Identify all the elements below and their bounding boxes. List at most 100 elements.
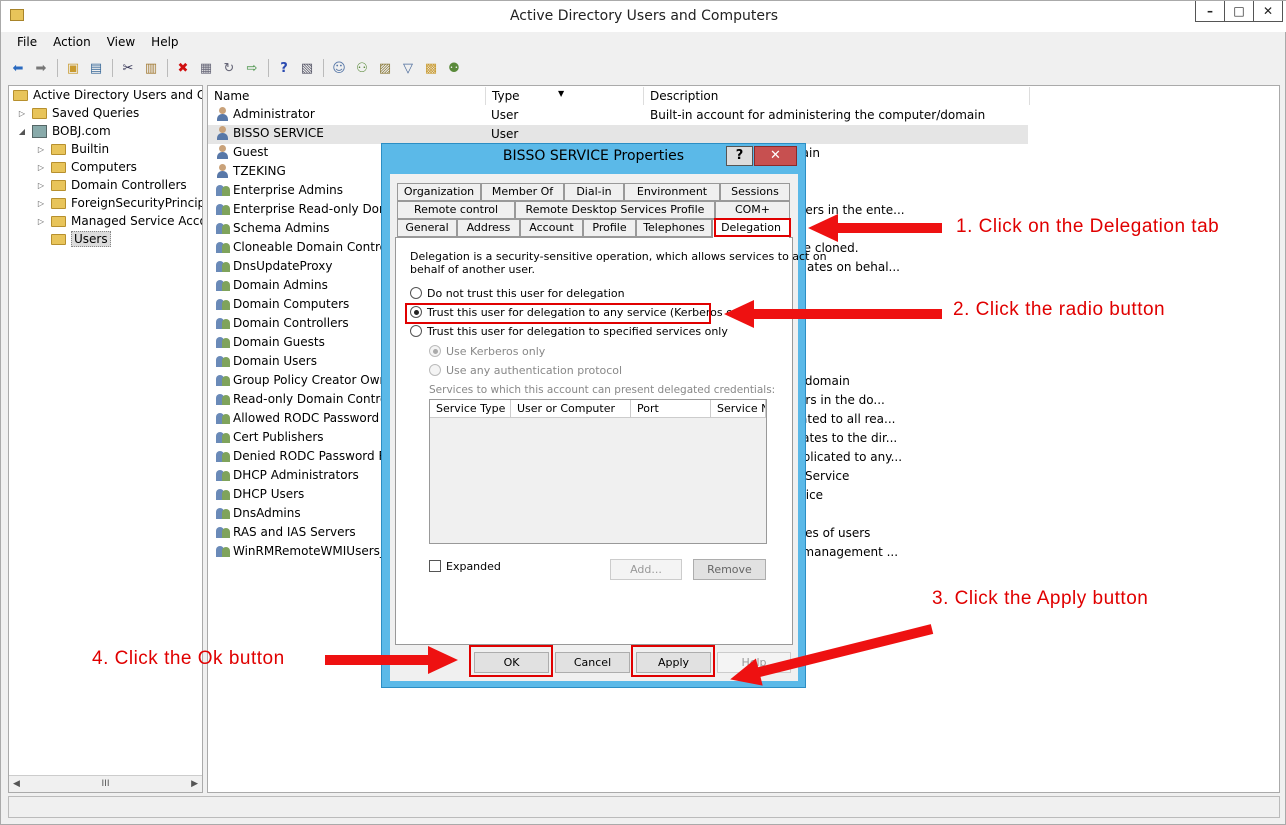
show-tree-icon[interactable]: ▤ [85, 57, 107, 79]
tree-item-builtin[interactable]: ▷ Builtin [36, 140, 109, 158]
add-service-button[interactable]: Add... [610, 559, 682, 580]
table-row[interactable]: Administrator User Built-in account for ad… [208, 106, 1028, 125]
expand-arrow-icon[interactable]: ▷ [36, 163, 46, 172]
services-list[interactable]: Service Type User or Computer Port Servi… [429, 399, 767, 544]
cancel-button[interactable]: Cancel [555, 652, 630, 673]
tree-item-saved-queries[interactable]: ▷ Saved Queries [17, 104, 139, 122]
scroll-right-icon[interactable]: ▶ [191, 779, 198, 789]
row-name: Enterprise Admins [233, 183, 344, 197]
services-header-port[interactable]: Port [631, 400, 711, 418]
row-name-cell: DHCP Administrators [216, 468, 359, 482]
tab-address[interactable]: Address [457, 219, 520, 237]
radio-use-kerberos[interactable] [429, 345, 441, 357]
window-title: Active Directory Users and Computers [509, 8, 779, 24]
tab-telephones[interactable]: Telephones [636, 219, 712, 237]
tree-item-domain-controllers[interactable]: ▷ Domain Controllers [36, 176, 187, 194]
tab-dial-in[interactable]: Dial-in [564, 183, 624, 201]
expand-arrow-icon[interactable]: ▷ [36, 199, 46, 208]
dialog-close-button[interactable]: ✕ [754, 146, 797, 166]
remove-service-button[interactable]: Remove [693, 559, 766, 580]
tab-profile[interactable]: Profile [583, 219, 636, 237]
radio-trust-specified-label[interactable]: Trust this user for delegation to specif… [427, 325, 728, 338]
radio-any-auth-label[interactable]: Use any authentication protocol [446, 364, 622, 377]
toolbar: ⬅ ➡ ▣ ▤ ✂ ▥ ✖ ▦ ↻ ⇨ ? ▧ ☺ ⚇ ▨ ▽ ▩ ⚉ [7, 56, 466, 80]
collapse-arrow-icon[interactable]: ◢ [17, 127, 27, 136]
properties-icon[interactable]: ▦ [195, 57, 217, 79]
scroll-left-icon[interactable]: ◀ [13, 779, 20, 789]
services-header-user-or-computer[interactable]: User or Computer [511, 400, 631, 418]
tree-item-foreign-security-principals[interactable]: ▷ ForeignSecurityPrincipals [36, 194, 202, 212]
row-name-cell: Domain Users [216, 354, 317, 368]
tree-item-managed-service-accounts[interactable]: ▷ Managed Service Accour [36, 212, 202, 230]
new-user-icon[interactable]: ☺ [328, 57, 350, 79]
add-to-group-icon[interactable]: ⚉ [443, 57, 465, 79]
row-name: Schema Admins [233, 221, 330, 235]
new-group-icon[interactable]: ⚇ [351, 57, 373, 79]
tree-item-domain[interactable]: ◢ BOBJ.com [17, 122, 111, 140]
maximize-button[interactable]: □ [1224, 1, 1254, 22]
export-icon[interactable]: ⇨ [241, 57, 263, 79]
radio-use-kerberos-label[interactable]: Use Kerberos only [446, 345, 545, 358]
row-name: Guest [233, 145, 269, 159]
column-header-name[interactable]: Name [208, 87, 486, 105]
column-header-description[interactable]: Description [644, 87, 1030, 105]
tree-horizontal-scrollbar[interactable]: ◀ III ▶ [9, 775, 202, 792]
close-button[interactable]: ✕ [1253, 1, 1283, 22]
tab-general[interactable]: General [397, 219, 457, 237]
tab-account[interactable]: Account [520, 219, 583, 237]
tab-com-plus[interactable]: COM+ [715, 201, 790, 219]
menu-action[interactable]: Action [45, 33, 99, 53]
find-icon[interactable]: ▩ [420, 57, 442, 79]
new-ou-icon[interactable]: ▨ [374, 57, 396, 79]
delete-icon[interactable]: ✖ [172, 57, 194, 79]
group-icon [216, 259, 231, 273]
help-icon[interactable]: ? [273, 57, 295, 79]
minimize-button[interactable]: – [1195, 1, 1225, 22]
row-name-cell: Denied RODC Password Repl [216, 449, 405, 463]
console-icon[interactable]: ▧ [296, 57, 318, 79]
refresh-icon[interactable]: ↻ [218, 57, 240, 79]
expand-arrow-icon[interactable]: ▷ [36, 217, 46, 226]
up-folder-icon[interactable]: ▣ [62, 57, 84, 79]
tab-remote-control[interactable]: Remote control [397, 201, 515, 219]
tree-root[interactable]: Active Directory Users and Com [13, 86, 202, 104]
radio-trust-specified[interactable] [410, 325, 422, 337]
radio-no-trust-label[interactable]: Do not trust this user for delegation [427, 287, 625, 300]
menu-view[interactable]: View [99, 33, 143, 53]
tab-organization[interactable]: Organization [397, 183, 481, 201]
dialog-help-button[interactable]: ? [726, 146, 753, 166]
row-name-cell: DnsUpdateProxy [216, 259, 332, 273]
back-arrow-icon[interactable]: ⬅ [7, 57, 29, 79]
group-icon [216, 354, 231, 368]
services-header-service-name[interactable]: Service Na [711, 400, 766, 418]
user-icon [216, 164, 229, 178]
forward-arrow-icon[interactable]: ➡ [30, 57, 52, 79]
menu-file[interactable]: File [9, 33, 45, 53]
row-name: WinRMRemoteWMIUsers__ [233, 544, 392, 558]
column-header-type[interactable]: Type ▼ [486, 87, 644, 105]
tab-environment[interactable]: Environment [624, 183, 720, 201]
scroll-thumb[interactable]: III [102, 779, 110, 789]
delegation-intro-line2: behalf of another user. [410, 263, 535, 276]
tree-item-computers[interactable]: ▷ Computers [36, 158, 137, 176]
cut-icon[interactable]: ✂ [117, 57, 139, 79]
tree-item-users[interactable]: Users [51, 230, 111, 248]
tab-remote-desktop-services-profile[interactable]: Remote Desktop Services Profile [515, 201, 715, 219]
tab-sessions[interactable]: Sessions [720, 183, 790, 201]
services-header-type[interactable]: Service Type [430, 400, 511, 418]
expanded-checkbox[interactable] [429, 560, 441, 572]
tab-member-of[interactable]: Member Of [481, 183, 564, 201]
row-name: DHCP Administrators [233, 468, 359, 482]
radio-no-trust[interactable] [410, 287, 422, 299]
expand-arrow-icon[interactable]: ▷ [17, 109, 27, 118]
expand-arrow-icon[interactable]: ▷ [36, 145, 46, 154]
expand-arrow-icon[interactable]: ▷ [36, 181, 46, 190]
filter-icon[interactable]: ▽ [397, 57, 419, 79]
expanded-label[interactable]: Expanded [446, 560, 501, 573]
radio-any-auth[interactable] [429, 364, 441, 376]
row-name-cell: WinRMRemoteWMIUsers__ [216, 544, 392, 558]
paste-icon[interactable]: ▥ [140, 57, 162, 79]
table-row[interactable]: BISSO SERVICE User [208, 125, 1028, 144]
snapin-icon [13, 89, 28, 101]
menu-help[interactable]: Help [143, 33, 186, 53]
